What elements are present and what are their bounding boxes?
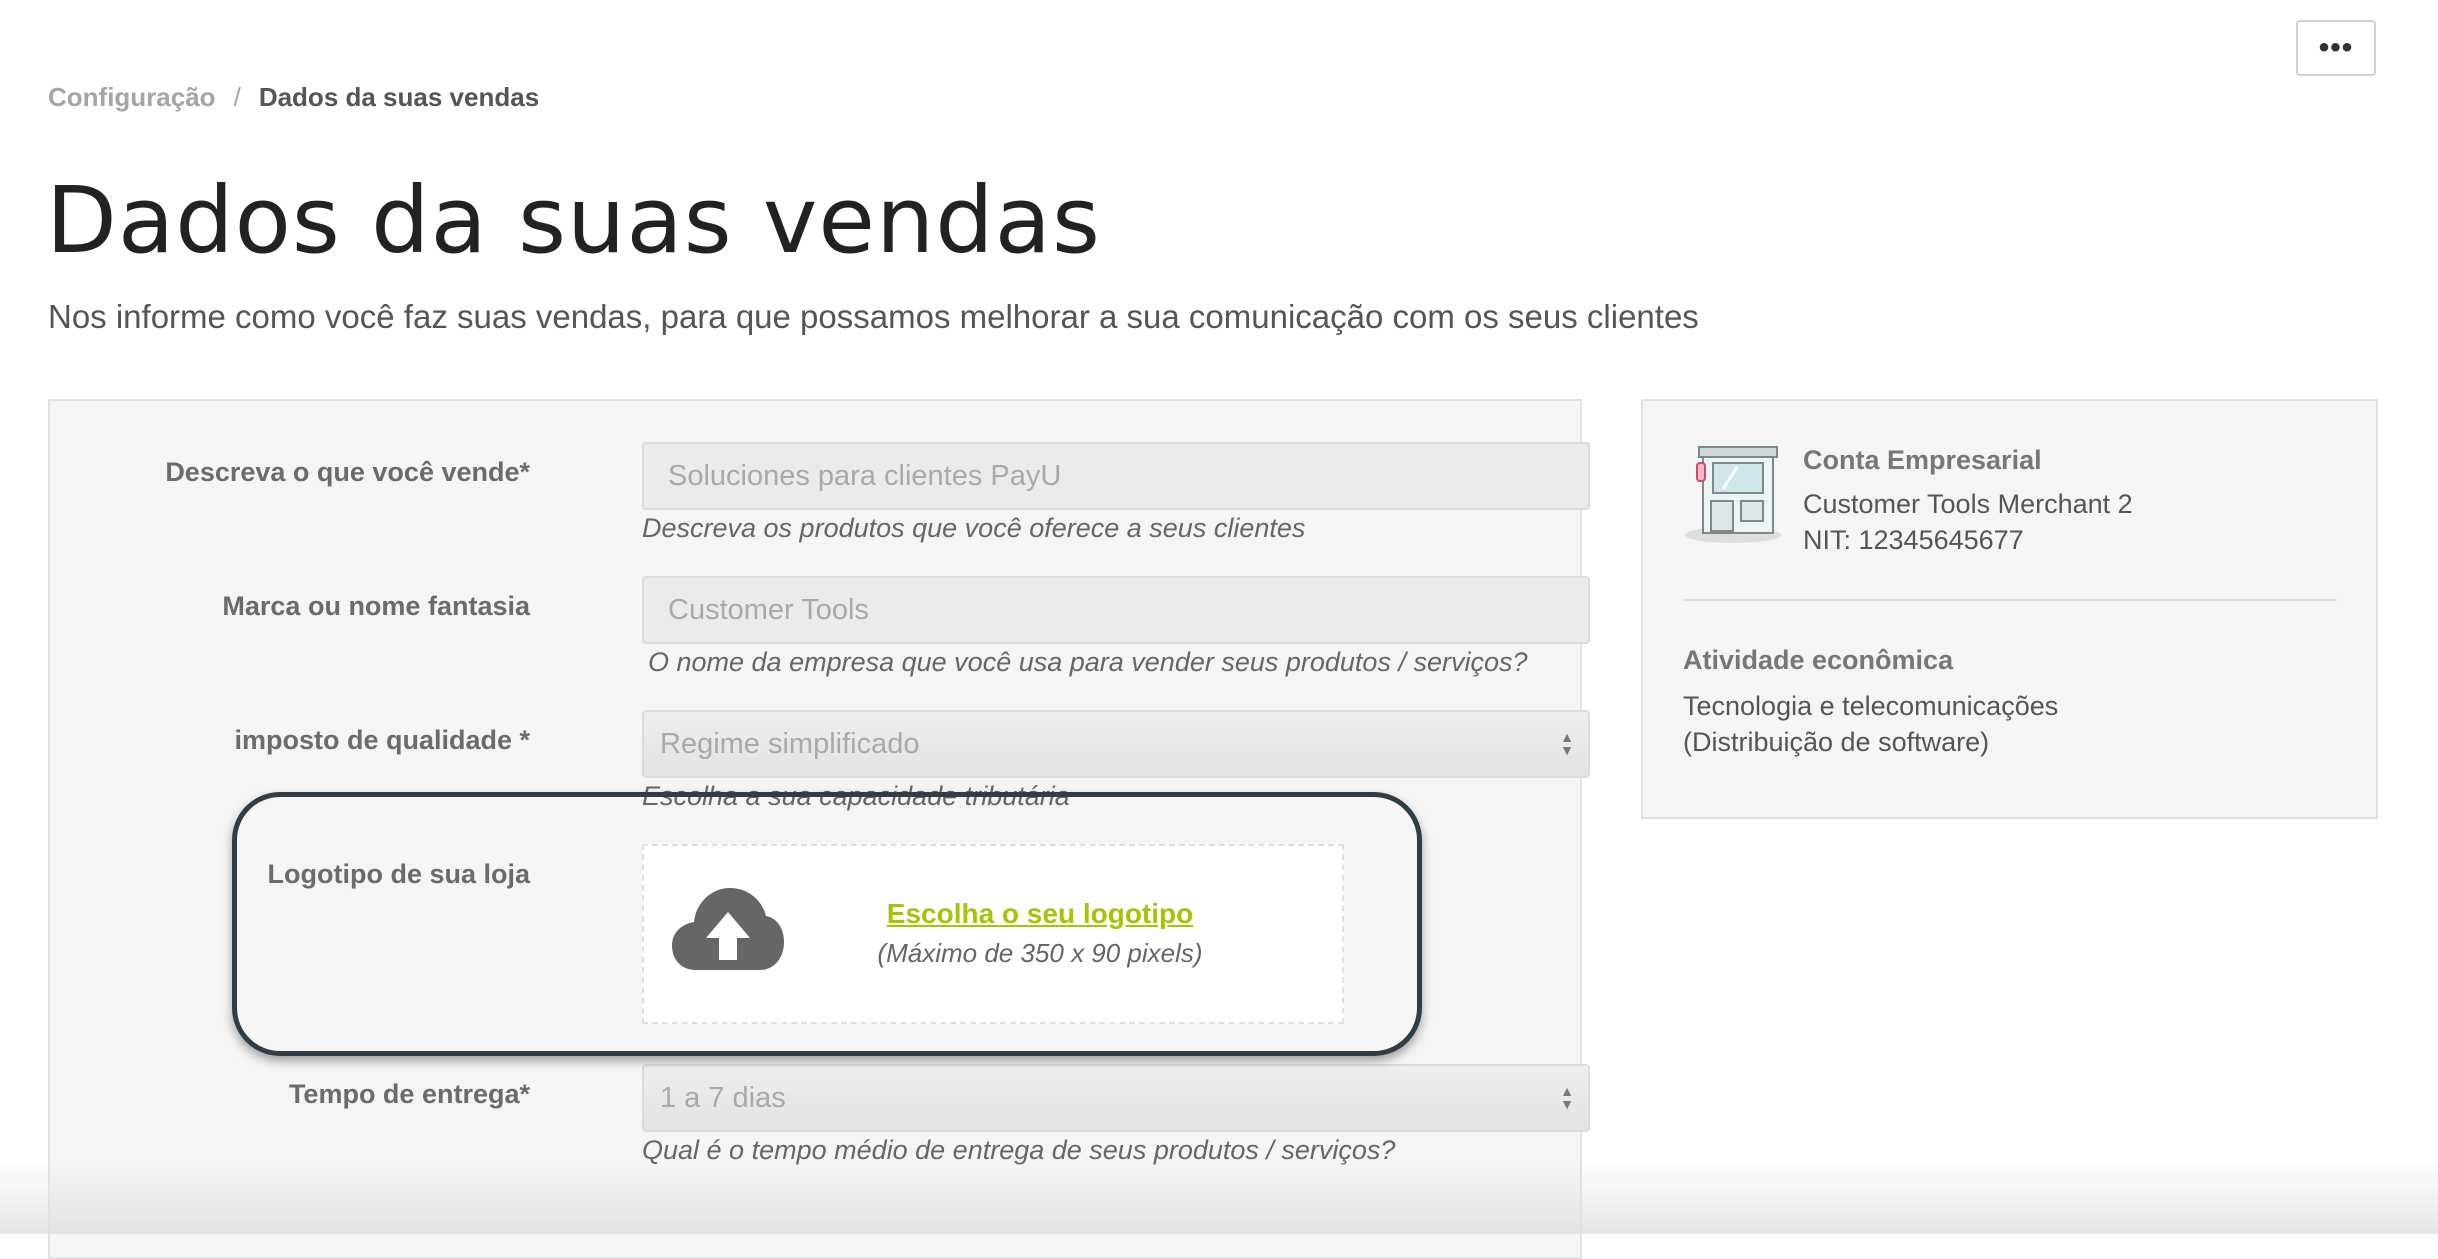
breadcrumb-separator: / <box>233 82 241 112</box>
more-options-button[interactable]: ••• <box>2296 20 2376 76</box>
tax-regime-label: imposto de qualidade * <box>234 725 530 755</box>
merchant-nit: NIT: 12345645677 <box>1803 525 2024 555</box>
storefront-icon <box>1685 446 1781 543</box>
merchant-name: Customer Tools Merchant 2 <box>1803 489 2133 519</box>
description-label: Descreva o que você vende* <box>165 457 530 487</box>
tax-regime-selected-value: Regime simplificado <box>660 727 920 760</box>
breadcrumb-current: Dados da suas vendas <box>258 82 540 112</box>
delivery-time-hint: Qual é o tempo médio de entrega de seus … <box>642 1135 1396 1165</box>
divider <box>1683 599 2337 601</box>
account-info-panel: Conta Empresarial Customer Tools Merchan… <box>1641 399 2378 819</box>
select-arrows-icon: ▲ ▼ <box>1560 729 1574 758</box>
page-subtitle: Nos informe como você faz suas vendas, p… <box>48 298 1699 335</box>
select-arrows-icon: ▲ ▼ <box>1560 1083 1574 1112</box>
description-input[interactable]: Soluciones para clientes PayU <box>642 442 1590 510</box>
brand-hint: O nome da empresa que você usa para vend… <box>648 647 1528 677</box>
account-type: Conta Empresarial <box>1803 445 2042 475</box>
economic-activity-title: Atividade econômica <box>1683 645 1954 675</box>
brand-input[interactable]: Customer Tools <box>642 576 1590 644</box>
economic-activity-detail: (Distribuição de software) <box>1683 727 1990 757</box>
description-hint: Descreva os produtos que você oferece a … <box>642 513 1306 543</box>
breadcrumb: Configuração / Dados da suas vendas <box>48 82 539 113</box>
tax-regime-select[interactable]: Regime simplificado ▲ ▼ <box>642 710 1590 778</box>
economic-activity-value: Tecnologia e telecomunicações <box>1683 691 2059 721</box>
highlight-annotation <box>232 792 1422 1056</box>
page-title: Dados da suas vendas <box>46 167 1101 274</box>
delivery-time-label: Tempo de entrega* <box>288 1079 530 1109</box>
breadcrumb-configuracao-link[interactable]: Configuração <box>48 82 216 113</box>
delivery-time-selected-value: 1 a 7 dias <box>660 1081 786 1114</box>
delivery-time-select[interactable]: 1 a 7 dias ▲ ▼ <box>642 1064 1590 1132</box>
brand-label: Marca ou nome fantasia <box>222 591 530 621</box>
